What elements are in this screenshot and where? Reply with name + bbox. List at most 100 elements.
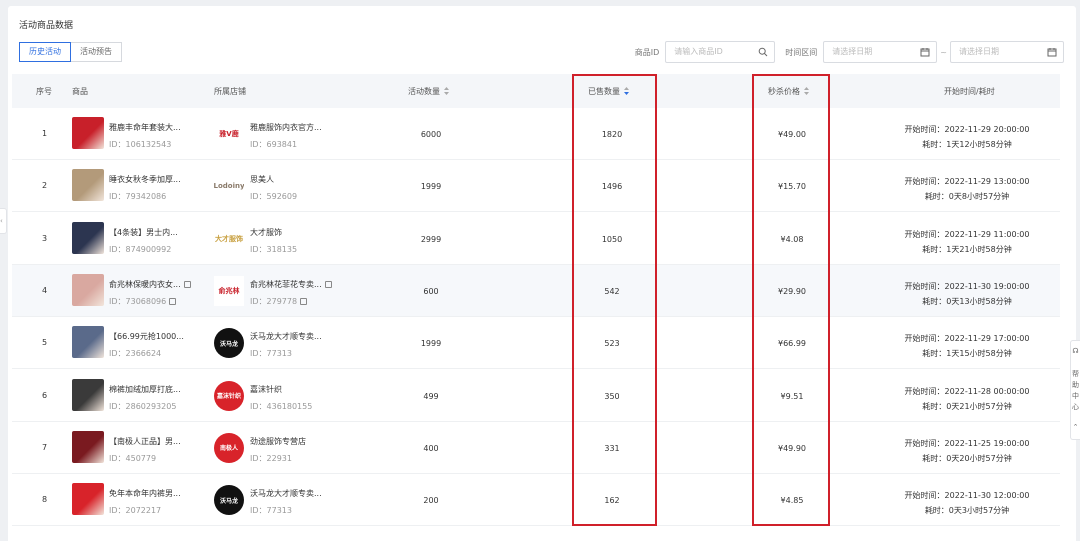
row-index: 7 <box>42 442 48 452</box>
table-row[interactable]: 7 【南极人正品】男... ID：450779 南极人 劲途服饰专营店 ID：22931 4… <box>12 422 1060 474</box>
filter-bar: 商品ID 请输入商品ID 时间区间 请选择日期 ~ 请选择日期 <box>635 41 1064 63</box>
product-id: ID：79342086 <box>109 191 166 202</box>
row-index: 2 <box>42 181 48 191</box>
search-icon[interactable] <box>758 47 768 57</box>
shop-name[interactable]: 思美人 <box>250 174 274 185</box>
shop-name[interactable]: 沃马龙大才顺专卖... <box>250 331 322 342</box>
product-name-text: 【南极人正品】男... <box>109 436 181 446</box>
shop-name[interactable]: 雅鹿服饰内衣官方... <box>250 122 322 133</box>
table-row[interactable]: 4 俞兆林保暖内衣女... ID：73068096 俞兆林 俞兆林花菲花专卖... ID：… <box>12 264 1060 317</box>
shop-name[interactable]: 沃马龙大才顺专卖... <box>250 488 322 499</box>
shop-id-text: ID：22931 <box>250 453 292 463</box>
activity-qty: 1999 <box>420 339 442 349</box>
shop-id: ID：279778 <box>250 296 308 307</box>
calendar-icon[interactable] <box>1047 47 1057 57</box>
shop-logo: 沃马龙 <box>214 328 244 359</box>
end-date-placeholder: 请选择日期 <box>959 47 999 56</box>
product-id-text: ID：2072217 <box>109 506 162 516</box>
row-index: 4 <box>42 285 48 295</box>
collapse-left-icon[interactable]: ‹ <box>0 208 7 234</box>
shop-id: ID：693841 <box>250 139 297 150</box>
product-thumbnail[interactable] <box>72 430 104 463</box>
calendar-icon[interactable] <box>920 47 930 57</box>
product-thumbnail[interactable] <box>72 273 104 306</box>
shop-id-text: ID：693841 <box>250 140 298 149</box>
start-time: 开始时间：2022-11-29 20:00:00 <box>904 125 1030 134</box>
product-id-placeholder: 请输入商品ID <box>674 47 723 56</box>
col-index: 序号 <box>36 87 52 96</box>
start-time: 开始时间：2022-11-28 00:00:00 <box>904 386 1030 396</box>
help-center-label: 帮助中心 <box>1072 370 1079 411</box>
copy-icon[interactable] <box>169 297 177 305</box>
shop-logo-text: 雅V鹿 <box>219 130 239 138</box>
copy-icon[interactable] <box>183 280 191 288</box>
table-row[interactable]: 8 免年本命年内裤男... ID：2072217 沃马龙 沃马龙大才顺专卖... ID：7… <box>12 474 1060 527</box>
row-index: 5 <box>42 338 48 348</box>
table-row[interactable]: 5 【66.99元抢1000... ID：2366624 沃马龙 沃马龙大才顺专卖...… <box>12 317 1060 370</box>
product-id-text: ID：73068096 <box>109 296 167 306</box>
date-separator: ~ <box>940 47 947 57</box>
start-time: 开始时间：2022-11-30 12:00:00 <box>904 491 1030 501</box>
product-id: ID：106132543 <box>109 139 171 150</box>
col-start-time: 开始时间/耗时 <box>944 87 995 96</box>
sort-icon[interactable] <box>444 87 449 95</box>
product-id-input[interactable]: 请输入商品ID <box>665 41 776 63</box>
product-thumbnail[interactable] <box>72 169 104 202</box>
shop-logo: 俞兆林 <box>214 275 244 306</box>
table-row[interactable]: 1 雅鹿丰命年套装大... ID：106132543 雅V鹿 雅鹿服饰内衣官方... ID… <box>12 108 1060 160</box>
copy-icon[interactable] <box>300 297 308 305</box>
duration: 耗时：0天20小时57分钟 <box>922 453 1012 463</box>
shop-id-text: ID：318135 <box>250 244 298 254</box>
col-activity-qty[interactable]: 活动数量 <box>408 86 449 97</box>
start-time: 开始时间：2022-11-29 17:00:00 <box>904 334 1030 344</box>
product-thumbnail[interactable] <box>72 117 104 149</box>
shop-name[interactable]: 大才服饰 <box>250 227 282 238</box>
product-name[interactable]: 【4条装】男士内... <box>109 227 178 238</box>
product-name[interactable]: 【66.99元抢1000... <box>109 331 184 342</box>
product-thumbnail[interactable] <box>72 326 104 359</box>
product-id-text: ID：450779 <box>109 453 157 463</box>
product-thumbnail[interactable] <box>72 378 104 411</box>
shop-name-text: 雅鹿服饰内衣官方... <box>250 123 322 132</box>
shop-logo: Lodoiny <box>214 171 244 202</box>
tab-history[interactable]: 历史活动 <box>19 42 71 62</box>
copy-icon[interactable] <box>324 280 332 288</box>
product-name[interactable]: 免年本命年内裤男... <box>109 488 181 499</box>
product-name[interactable]: 棉裤加绒加厚打底... <box>109 384 181 395</box>
duration: 耗时：1天21小时58分钟 <box>922 244 1012 254</box>
shop-name-text: 劲途服饰专营店 <box>250 436 306 446</box>
start-time: 开始时间：2022-11-29 13:00:00 <box>904 177 1030 187</box>
product-thumbnail[interactable] <box>72 483 104 516</box>
product-name[interactable]: 雅鹿丰命年套装大... <box>109 122 181 133</box>
table-row[interactable]: 3 【4条装】男士内... ID：874900992 大才服饰 大才服饰 ID：31813… <box>12 213 1060 265</box>
shop-id: ID：318135 <box>250 244 297 255</box>
back-to-top-icon[interactable]: ⌃ <box>1071 423 1080 431</box>
activity-qty: 600 <box>423 286 439 296</box>
time-range-label: 时间区间 <box>785 47 818 57</box>
start-date-input[interactable]: 请选择日期 <box>823 41 938 63</box>
duration: 耗时：1天12小时58分钟 <box>922 140 1012 149</box>
shop-name-text: 俞兆林花菲花专卖... <box>250 279 322 289</box>
product-id: ID：2860293205 <box>109 401 176 412</box>
tab-preview[interactable]: 活动预告 <box>71 42 122 62</box>
shop-name[interactable]: 俞兆林花菲花专卖... <box>250 279 332 290</box>
duration: 耗时：0天8小时57分钟 <box>924 192 1010 202</box>
product-name-text: 睡衣女秋冬季加厚... <box>109 175 181 185</box>
shop-id-text: ID：592609 <box>250 192 298 202</box>
shop-id: ID：77313 <box>250 505 292 516</box>
shop-name[interactable]: 嘉沫针织 <box>250 384 282 395</box>
shop-logo-text: 沃马龙 <box>219 497 238 505</box>
help-center-tab[interactable]: ☊ 帮助中心 ⌃ <box>1070 340 1080 440</box>
col-shop: 所属店铺 <box>214 87 246 96</box>
product-id: ID：450779 <box>109 453 156 464</box>
table-row[interactable]: 6 棉裤加绒加厚打底... ID：2860293205 嘉沫针织 嘉沫针织 ID：4361… <box>12 370 1060 422</box>
headset-icon: ☊ <box>1072 347 1079 355</box>
end-date-input[interactable]: 请选择日期 <box>950 41 1064 63</box>
table-row[interactable]: 2 睡衣女秋冬季加厚... ID：79342086 Lodoiny 思美人 ID：5926… <box>12 160 1060 213</box>
shop-name-text: 嘉沫针织 <box>250 384 282 394</box>
product-name[interactable]: 俞兆林保暖内衣女... <box>109 279 191 290</box>
shop-name[interactable]: 劲途服饰专营店 <box>250 436 306 447</box>
product-thumbnail[interactable] <box>72 221 104 254</box>
product-name[interactable]: 睡衣女秋冬季加厚... <box>109 174 181 185</box>
product-name[interactable]: 【南极人正品】男... <box>109 436 181 447</box>
